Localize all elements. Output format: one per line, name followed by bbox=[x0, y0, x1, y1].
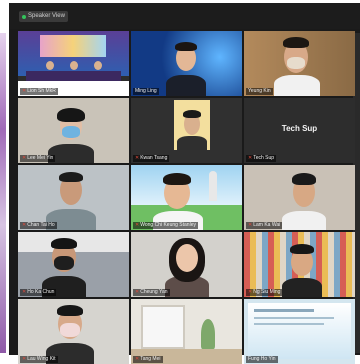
green-status-icon bbox=[22, 14, 26, 19]
participant-name: ✕Ng Siu Ming bbox=[246, 289, 283, 296]
participant-name: ✕Lion Sh MkR bbox=[20, 88, 58, 95]
participant-tile[interactable]: ✕Lion Sh MkR bbox=[18, 31, 129, 96]
muted-mic-icon: ✕ bbox=[22, 289, 27, 295]
participant-body bbox=[274, 75, 320, 96]
muted-mic-icon: ✕ bbox=[135, 356, 140, 362]
participant-tile[interactable]: ✕Lee Mei Yin bbox=[18, 98, 129, 163]
participant-hair bbox=[175, 42, 197, 51]
participant-tile[interactable]: ✕Chan Tai Ho bbox=[18, 165, 129, 230]
speaker-head bbox=[46, 61, 54, 70]
participant-face bbox=[176, 244, 198, 272]
face-mask bbox=[62, 126, 80, 138]
participant-tile[interactable]: ✕Lam Ka Wai bbox=[244, 165, 355, 230]
stage-screen bbox=[40, 35, 106, 57]
participant-tile[interactable]: ✕Cheung Yan bbox=[131, 232, 242, 297]
room-plant bbox=[201, 319, 215, 349]
participant-body bbox=[177, 136, 207, 150]
speaker-head bbox=[70, 61, 78, 70]
participant-tile[interactable]: ✕Wong Chi Keung Stanley bbox=[131, 165, 242, 230]
muted-mic-icon: ✕ bbox=[22, 155, 27, 161]
participant-tile[interactable]: Fung Ho Yin bbox=[244, 299, 355, 364]
participant-hair bbox=[57, 108, 85, 122]
participant-name: Fung Ho Yin bbox=[246, 356, 278, 363]
participant-hair bbox=[292, 173, 316, 185]
rocket-illustration bbox=[209, 171, 217, 201]
stage-table bbox=[26, 71, 121, 81]
speaker-head bbox=[94, 61, 102, 70]
face-mask bbox=[54, 256, 74, 270]
slide-text-line bbox=[254, 323, 324, 325]
participant-hair bbox=[283, 37, 309, 48]
muted-mic-icon: ✕ bbox=[22, 356, 27, 362]
participant-hair bbox=[183, 110, 201, 118]
face-mask bbox=[60, 323, 80, 337]
slide-text-line bbox=[254, 317, 334, 319]
participant-name: ✕Lam Ka Wai bbox=[246, 222, 283, 229]
muted-mic-icon: ✕ bbox=[22, 88, 27, 94]
participant-tile[interactable]: Tech Sup ✕Tech Sup bbox=[244, 98, 355, 163]
muted-mic-icon: ✕ bbox=[248, 222, 253, 228]
participant-hair bbox=[51, 238, 77, 249]
participant-name: ✕Cheung Yan bbox=[133, 289, 170, 296]
participant-tile[interactable]: ✕Ho Ka Chun bbox=[18, 232, 129, 297]
participant-body bbox=[282, 211, 326, 230]
slide-text-line bbox=[254, 309, 314, 312]
participant-hair bbox=[163, 173, 191, 185]
participant-name: ✕Ho Ka Chun bbox=[20, 289, 57, 296]
participant-body bbox=[166, 75, 206, 96]
participant-name: Ming Ling bbox=[133, 88, 159, 95]
muted-mic-icon: ✕ bbox=[22, 222, 27, 228]
participant-name: ✕Kwan Tsang bbox=[133, 155, 170, 162]
participant-name: ✕Chan Tai Ho bbox=[20, 222, 57, 229]
video-gallery: Speaker View ✕Lion Sh MkR Ming Ling Yeun… bbox=[0, 3, 360, 364]
participant-name: ✕Tech Sup bbox=[246, 155, 277, 162]
room-window bbox=[141, 305, 185, 349]
view-label: Speaker View bbox=[28, 13, 65, 19]
participant-hair bbox=[290, 244, 314, 254]
participant-name: ✕Lee Mei Yin bbox=[20, 155, 56, 162]
speaker-view-button[interactable]: Speaker View bbox=[19, 11, 68, 22]
left-decorative-strip bbox=[0, 33, 6, 353]
participant-tile[interactable]: ✕Kwan Tsang bbox=[131, 98, 242, 163]
participant-hair bbox=[57, 305, 83, 316]
participant-tile[interactable]: ✕Ng Siu Ming bbox=[244, 232, 355, 297]
participant-tile[interactable]: ✕Lau Wing Kit bbox=[18, 299, 129, 364]
face-mask bbox=[287, 57, 305, 69]
muted-mic-icon: ✕ bbox=[135, 289, 140, 295]
participant-name: Yeung Kin bbox=[246, 88, 273, 95]
muted-mic-icon: ✕ bbox=[248, 155, 253, 161]
muted-mic-icon: ✕ bbox=[248, 289, 253, 295]
muted-mic-icon: ✕ bbox=[135, 222, 140, 228]
participant-name: ✕Lau Wing Kit bbox=[20, 356, 58, 363]
participant-hair bbox=[59, 172, 83, 182]
participant-name: ✕Wong Chi Keung Stanley bbox=[133, 222, 198, 229]
meeting-top-bar: Speaker View bbox=[9, 3, 360, 29]
participant-tile[interactable]: ✕Tang Mei bbox=[131, 299, 242, 364]
participant-tile[interactable]: Ming Ling bbox=[131, 31, 242, 96]
participant-body bbox=[282, 278, 322, 297]
tech-support-label: Tech Sup bbox=[281, 124, 318, 133]
participant-tile[interactable]: Yeung Kin bbox=[244, 31, 355, 96]
participant-name: ✕Tang Mei bbox=[133, 356, 163, 363]
muted-mic-icon: ✕ bbox=[135, 155, 140, 161]
